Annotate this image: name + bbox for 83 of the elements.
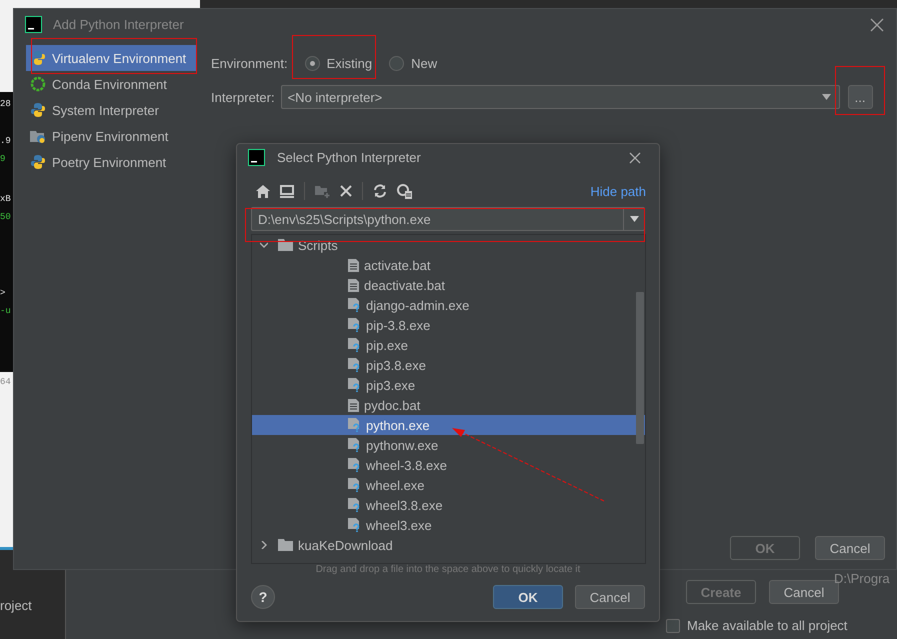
folder-icon: [278, 239, 293, 251]
unknown-file-icon: [348, 298, 361, 312]
line-number: 64: [0, 377, 11, 387]
document-icon: [348, 398, 359, 412]
folder-snake-icon: [30, 128, 46, 144]
snake-icon: [30, 154, 46, 170]
snake-icon: [30, 102, 46, 118]
tree-item[interactable]: django-admin.exe: [252, 295, 645, 315]
chevron-icon[interactable]: [260, 241, 268, 249]
unknown-file-icon: [348, 458, 361, 472]
browse-button[interactable]: ...: [848, 85, 873, 109]
close-icon[interactable]: [870, 18, 884, 32]
unknown-file-icon: [348, 418, 361, 432]
hide-path-link[interactable]: Hide path: [590, 184, 646, 198]
hint-text: Drag and drop a file into the space above to quickly locate it: [314, 564, 582, 575]
tree-item[interactable]: pip.exe: [252, 335, 645, 355]
terminal-text: -u: [0, 306, 11, 316]
tree-item[interactable]: deactivate.bat: [252, 275, 645, 295]
terminal-text: 28: [0, 99, 11, 109]
monitor-icon[interactable]: [280, 184, 294, 198]
unknown-file-icon: [348, 338, 361, 352]
unknown-file-icon: [348, 478, 361, 492]
tree-item[interactable]: wheel3.exe: [252, 515, 645, 535]
environment-label: Environment:: [211, 56, 288, 70]
annotation-box: [835, 66, 885, 115]
radio-option[interactable]: New: [389, 56, 438, 70]
home-icon[interactable]: [256, 184, 270, 198]
dialog-button[interactable]: OK: [493, 585, 563, 609]
help-button[interactable]: ?: [251, 585, 275, 609]
tree-item[interactable]: Scripts: [252, 235, 645, 255]
terminal-text: .9: [0, 136, 11, 146]
window-title: Add Python Interpreter: [53, 17, 185, 32]
chevron-icon[interactable]: [260, 541, 268, 549]
tree-item[interactable]: pip-3.8.exe: [252, 315, 645, 335]
tree-item[interactable]: pip3.exe: [252, 375, 645, 395]
dialog-button[interactable]: Cancel: [815, 536, 885, 560]
app-logo-icon: [248, 149, 265, 166]
snake-icon: [30, 50, 46, 66]
terminal-text: 50: [0, 212, 11, 222]
unknown-file-icon: [348, 358, 361, 372]
eye-document-icon[interactable]: [397, 184, 412, 198]
terminal-text: 9: [0, 154, 6, 164]
sidebar-item[interactable]: Pipenv Environment: [26, 123, 196, 149]
tree-item[interactable]: pydoc.bat: [252, 395, 645, 415]
document-icon: [348, 278, 359, 292]
tree-item[interactable]: wheel.exe: [252, 475, 645, 495]
radio-option[interactable]: Existing: [304, 56, 372, 70]
sidebar-item[interactable]: Poetry Environment: [26, 149, 196, 175]
tree-item[interactable]: pythonw.exe: [252, 435, 645, 455]
path-dropdown[interactable]: D:\env\s25\Scripts\python.exe: [251, 207, 645, 231]
tree-item[interactable]: wheel-3.8.exe: [252, 455, 645, 475]
window-title: Select Python Interpreter: [277, 150, 422, 165]
document-icon: [348, 258, 359, 272]
terminal-text: xB: [0, 194, 11, 204]
app-logo-icon: [25, 16, 42, 33]
close-icon[interactable]: [629, 152, 641, 164]
interpreter-dropdown[interactable]: <No interpreter>: [280, 85, 840, 109]
tree-item[interactable]: python.exe: [252, 415, 645, 435]
interpreter-label: Interpreter:: [211, 90, 275, 104]
scrollbar[interactable]: [636, 292, 644, 444]
dialog-button[interactable]: Cancel: [575, 585, 645, 609]
dropdown-arrow-icon[interactable]: [822, 94, 831, 100]
sidebar-item[interactable]: Conda Environment: [26, 71, 196, 97]
unknown-file-icon: [348, 498, 361, 512]
unknown-file-icon: [348, 518, 361, 532]
ring-icon: [30, 76, 46, 92]
dropdown-arrow-icon[interactable]: [630, 216, 638, 222]
tree-item[interactable]: pip3.8.exe: [252, 355, 645, 375]
delete-icon[interactable]: [340, 185, 352, 197]
unknown-file-icon: [348, 318, 361, 332]
sidebar-item[interactable]: Virtualenv Environment: [26, 45, 196, 71]
tree-item[interactable]: kuaKeDownload: [252, 535, 645, 555]
checkbox[interactable]: [666, 618, 680, 632]
unknown-file-icon: [348, 438, 361, 452]
folder-icon: [278, 539, 293, 551]
terminal-text: >: [0, 288, 6, 298]
project-tab[interactable]: roject: [0, 598, 32, 613]
refresh-icon[interactable]: [373, 184, 387, 198]
unknown-file-icon: [348, 378, 361, 392]
tree-item[interactable]: wheel3.8.exe: [252, 495, 645, 515]
sidebar-item[interactable]: System Interpreter: [26, 97, 196, 123]
tree-item[interactable]: activate.bat: [252, 255, 645, 275]
checkbox-label: Make available to all project: [687, 618, 848, 633]
